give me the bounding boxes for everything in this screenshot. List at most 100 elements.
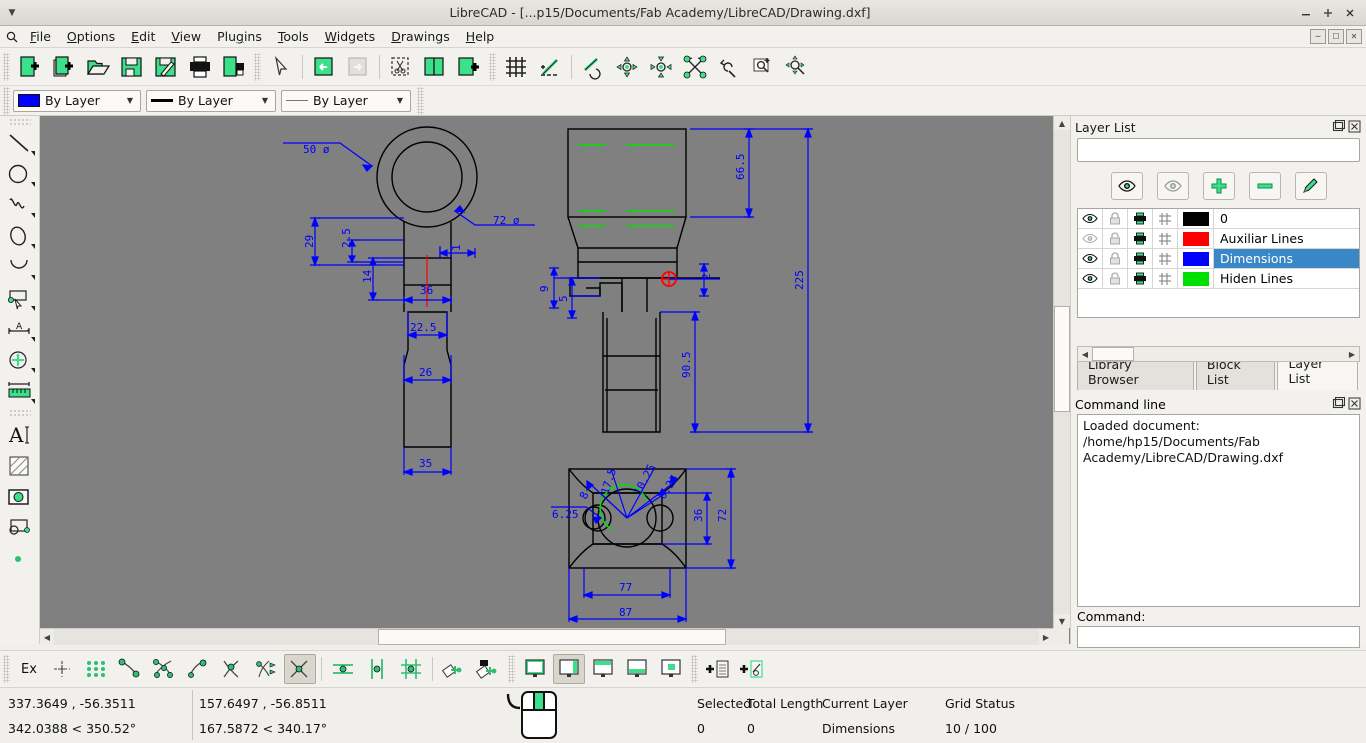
layer-view-icon[interactable]: [655, 654, 687, 684]
edit-layer-button[interactable]: [1294, 172, 1327, 200]
float-dock-icon[interactable]: [1332, 119, 1346, 134]
cut-icon[interactable]: [385, 51, 417, 83]
layer-construction-icon[interactable]: [1153, 269, 1178, 288]
menu-view[interactable]: View: [163, 27, 209, 46]
toolbar-grip-2[interactable]: [254, 52, 261, 81]
open-file-icon[interactable]: [82, 51, 114, 83]
toolbar-top-view-icon[interactable]: [587, 654, 619, 684]
statusbar-view-icon[interactable]: [552, 654, 585, 684]
menu-widgets[interactable]: Widgets: [317, 27, 384, 46]
layer-name[interactable]: Auxiliar Lines: [1214, 229, 1359, 248]
menu-help[interactable]: Help: [458, 27, 503, 46]
mdi-close-icon[interactable]: ✕: [1346, 29, 1362, 44]
attrbar-grip-2[interactable]: [417, 86, 424, 115]
snap-middle-icon[interactable]: [216, 654, 248, 684]
layer-visibility-icon[interactable]: [1078, 269, 1103, 288]
add-layer-shortcut-icon[interactable]: [702, 654, 734, 684]
snap-grip[interactable]: [3, 655, 10, 683]
layer-print-icon[interactable]: [1128, 229, 1153, 248]
zoom-auto-icon[interactable]: [679, 51, 711, 83]
canvas-horizontal-scrollbar[interactable]: ◀ ▶: [40, 628, 1053, 645]
snap-on-entity-icon[interactable]: [148, 654, 180, 684]
drawing-canvas[interactable]: 50 ø 72 ø 29 2.5 14 1 36 22.5 26 35 66.5…: [40, 116, 1070, 644]
close-command-icon[interactable]: [1348, 397, 1362, 411]
pen-color-combo[interactable]: By Layer ▼: [13, 89, 141, 112]
draft-mode-icon[interactable]: [534, 51, 566, 83]
command-output[interactable]: Loaded document: /home/hp15/Documents/Fa…: [1077, 414, 1360, 607]
layer-scroll-left-icon[interactable]: ◀: [1078, 347, 1092, 361]
image-tool-icon[interactable]: [3, 481, 37, 512]
app-search-icon[interactable]: [2, 30, 22, 44]
float-command-icon[interactable]: [1332, 396, 1346, 411]
tools-grip[interactable]: [8, 118, 31, 126]
hatch-tool-icon[interactable]: [3, 450, 37, 481]
layer-scroll-thumb[interactable]: [1092, 347, 1134, 361]
pen-linetype-combo[interactable]: By Layer ▼: [281, 89, 411, 112]
new-from-template-icon[interactable]: [48, 51, 80, 83]
zoom-window-icon[interactable]: [747, 51, 779, 83]
add-block-shortcut-icon[interactable]: [736, 654, 768, 684]
menu-drawings[interactable]: Drawings: [383, 27, 458, 46]
close-dock-icon[interactable]: [1348, 120, 1362, 134]
layer-color-swatch[interactable]: [1178, 229, 1214, 248]
layer-color-swatch[interactable]: [1178, 209, 1214, 228]
toolbar-bottom-view-icon[interactable]: [621, 654, 653, 684]
layer-name[interactable]: Hiden Lines: [1214, 269, 1359, 288]
layer-filter-input[interactable]: [1077, 138, 1360, 162]
arc-tool-icon[interactable]: [3, 252, 37, 283]
layer-name[interactable]: 0: [1214, 209, 1359, 228]
restrict-vertical-icon[interactable]: [361, 654, 393, 684]
scroll-left-icon[interactable]: ◀: [40, 629, 54, 645]
command-input[interactable]: [1077, 626, 1360, 648]
layer-color-swatch[interactable]: [1178, 269, 1214, 288]
spline-tool-icon[interactable]: [3, 190, 37, 221]
minimize-icon[interactable]: [1296, 4, 1316, 22]
layer-print-icon[interactable]: [1128, 209, 1153, 228]
select-pointer-icon[interactable]: [265, 51, 297, 83]
zoom-in-icon[interactable]: [611, 51, 643, 83]
menu-plugins[interactable]: Plugins: [209, 27, 270, 46]
layer-visibility-icon[interactable]: [1078, 229, 1103, 248]
zoom-redraw-icon[interactable]: [713, 51, 745, 83]
copy-icon[interactable]: [419, 51, 451, 83]
layer-lock-icon[interactable]: [1103, 249, 1128, 268]
attrbar-grip[interactable]: [3, 86, 10, 115]
snap-endpoint-icon[interactable]: [114, 654, 146, 684]
layer-name[interactable]: Dimensions: [1214, 249, 1359, 268]
snap-intersection-icon[interactable]: [283, 654, 316, 684]
scroll-down-icon[interactable]: ▼: [1054, 614, 1070, 628]
mdi-minimize-icon[interactable]: ─: [1310, 29, 1326, 44]
snap-grid-icon[interactable]: [80, 654, 112, 684]
menu-edit[interactable]: Edit: [123, 27, 163, 46]
layer-visibility-icon[interactable]: [1078, 249, 1103, 268]
chevron-down-icon[interactable]: ▼: [122, 96, 138, 105]
block-tool-icon[interactable]: [3, 512, 37, 543]
new-file-icon[interactable]: [14, 51, 46, 83]
snap-free-icon[interactable]: [46, 654, 78, 684]
layer-lock-icon[interactable]: [1103, 229, 1128, 248]
toolbar-grip-3[interactable]: [489, 52, 496, 81]
hide-all-layers-button[interactable]: [1156, 172, 1189, 200]
snap-grip-2[interactable]: [507, 655, 515, 683]
add-layer-button[interactable]: [1202, 172, 1235, 200]
print-icon[interactable]: [184, 51, 216, 83]
chevron-down-icon-3[interactable]: ▼: [392, 96, 408, 105]
remove-layer-button[interactable]: [1248, 172, 1281, 200]
paste-icon[interactable]: [453, 51, 485, 83]
snap-center-icon[interactable]: [182, 654, 214, 684]
window-menu-icon[interactable]: ▼: [0, 8, 24, 18]
layer-construction-icon[interactable]: [1153, 209, 1178, 228]
layer-lock-icon[interactable]: [1103, 269, 1128, 288]
layer-lock-icon[interactable]: [1103, 209, 1128, 228]
save-icon[interactable]: [116, 51, 148, 83]
layer-construction-icon[interactable]: [1153, 249, 1178, 268]
snap-grip-3[interactable]: [690, 655, 698, 683]
table-row[interactable]: Auxiliar Lines: [1078, 229, 1359, 249]
layer-table-scrollbar[interactable]: ◀ ▶: [1077, 346, 1360, 362]
menu-file[interactable]: FFileile: [22, 27, 59, 46]
text-tool-icon[interactable]: A: [3, 419, 37, 450]
menu-options[interactable]: Options: [59, 27, 123, 46]
zoom-previous-icon[interactable]: [577, 51, 609, 83]
modify-tool-icon[interactable]: [3, 283, 37, 314]
relative-zero-icon[interactable]: [438, 654, 470, 684]
